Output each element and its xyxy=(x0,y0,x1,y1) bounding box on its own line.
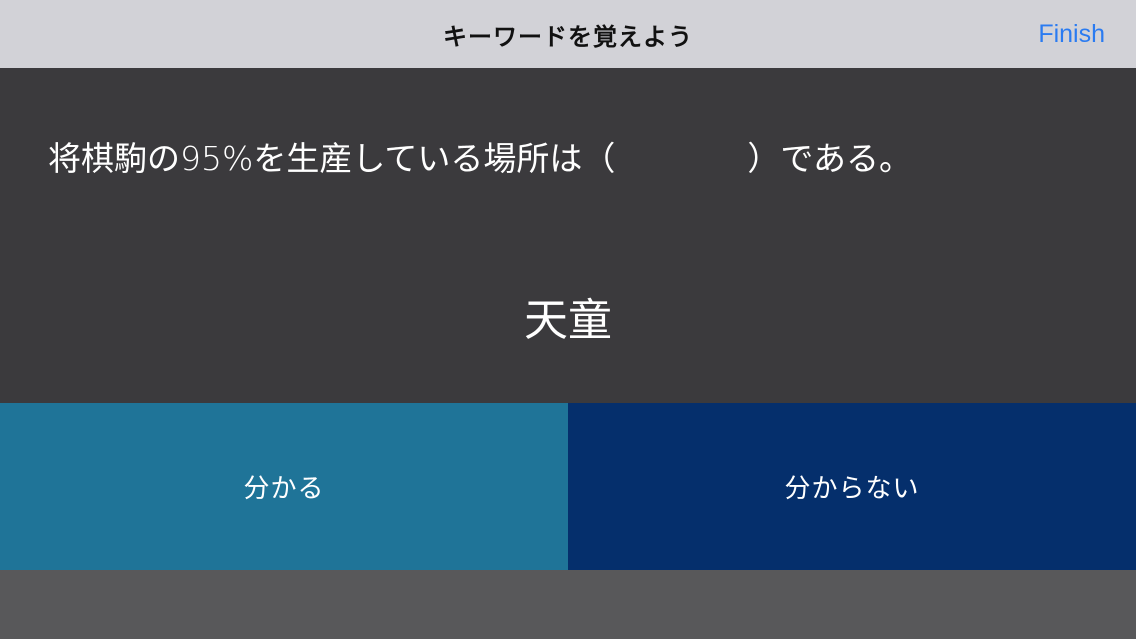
flashcard: 将棋駒の95%を生産している場所は（ ）である。 天童 xyxy=(0,68,1136,403)
dont-know-button[interactable]: 分からない xyxy=(568,403,1136,570)
question-text: 将棋駒の95%を生産している場所は（ ）である。 xyxy=(48,139,913,178)
navigation-bar: キーワードを覚えよう Finish xyxy=(0,0,1136,68)
finish-button[interactable]: Finish xyxy=(1038,0,1105,68)
know-button[interactable]: 分かる xyxy=(0,403,568,570)
page-title: キーワードを覚えよう xyxy=(443,22,693,51)
answer-buttons: 分かる 分からない xyxy=(0,403,1136,570)
bottom-area xyxy=(0,570,1136,639)
flashcard-screen: キーワードを覚えよう Finish 将棋駒の95%を生産している場所は（ ）であ… xyxy=(0,0,1136,639)
answer-text: 天童 xyxy=(524,295,612,346)
